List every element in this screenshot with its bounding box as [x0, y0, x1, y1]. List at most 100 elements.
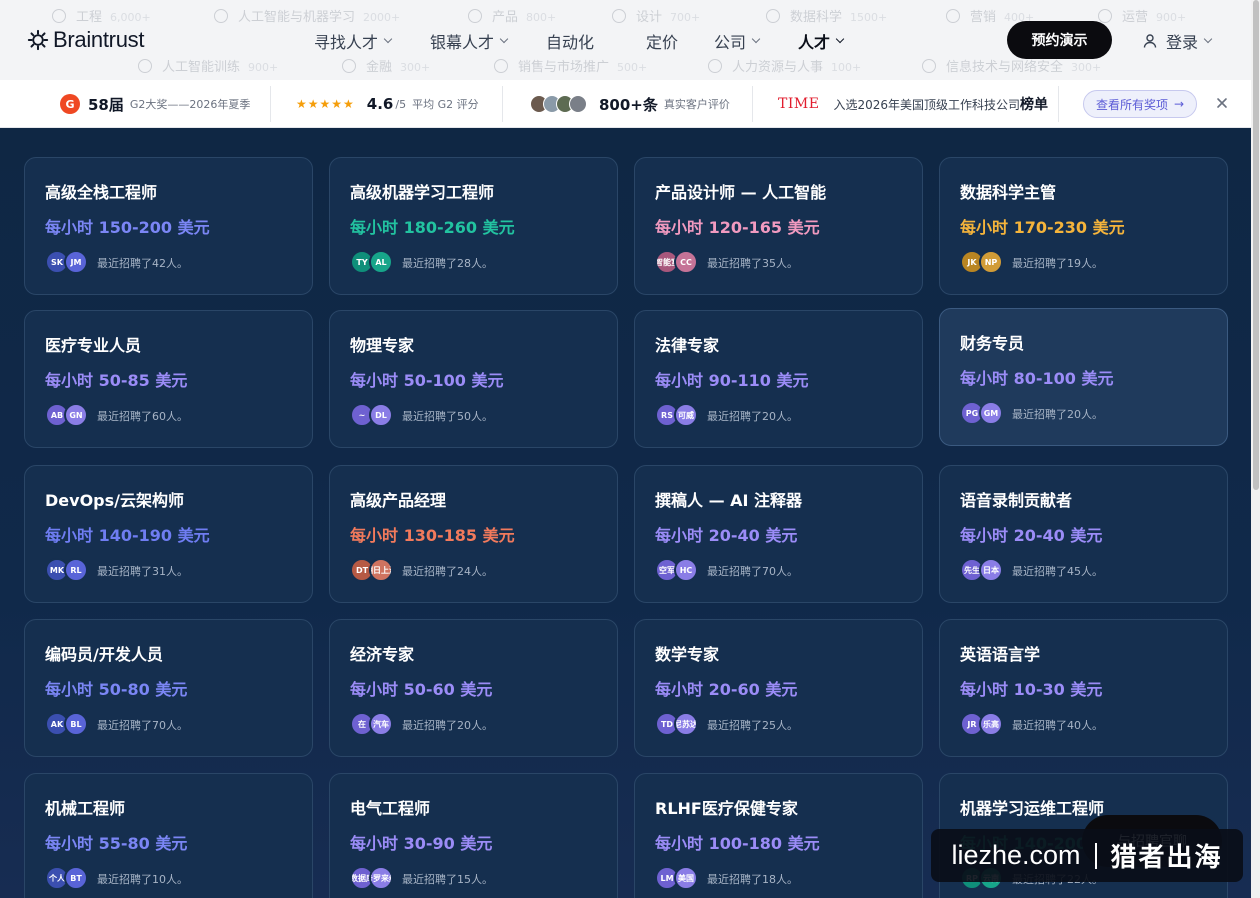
hourly-rate: 每小时 10-30 美元 [960, 680, 1103, 699]
nav-screen-talent[interactable]: 银幕人才 [430, 29, 509, 53]
award-time: TIME 入选2026年美国顶级工作科技公司 榜单 [778, 96, 1048, 113]
chevron-down-icon [751, 34, 761, 44]
recent-hire-avatars: TY AL [350, 250, 393, 274]
job-title: 语音录制贡献者 [960, 491, 1073, 510]
divider [270, 86, 271, 122]
recently-hired-count: 最近招聘了45人。 [1012, 565, 1103, 578]
login-button[interactable]: 登录 [1142, 29, 1213, 53]
hourly-rate: 每小时 20-40 美元 [655, 526, 798, 545]
recent-hire-avatars: AK BL [45, 712, 88, 736]
category-icon [494, 59, 508, 73]
recent-hire-avatars: TD明尼苏达州 [655, 712, 698, 736]
job-title: 高级产品经理 [350, 491, 447, 510]
category-icon [52, 9, 66, 23]
job-card[interactable]: 撰稿人 — AI 注释器 每小时 20-40 美元 空军 HC 最近招聘了70人。 [634, 465, 923, 603]
job-card[interactable]: RLHF医疗保健专家每小时 100-180 美元 LM 美国 最近招聘了18人。 [634, 773, 923, 898]
avatar: BT [64, 866, 88, 890]
job-card[interactable]: 法律专家 每小时 90-110 美元 RS 可威 最近招聘了20人。 [634, 310, 923, 448]
category-icon [612, 9, 626, 23]
recently-hired-count: 最近招聘了15人。 [402, 873, 493, 886]
recently-hired-count: 最近招聘了31人。 [97, 565, 188, 578]
award-g2: G 58届 G2大奖——2026年夏季 [60, 80, 250, 128]
job-card[interactable]: 数据科学主管 每小时 170-230 美元 JK NP 最近招聘了19人。 [939, 157, 1228, 295]
site-header: 工程 6,000+ 人工智能与机器学习 2000+ 产品 800+ 设计 700+ 数据… [0, 0, 1260, 80]
recently-hired-count: 最近招聘了24人。 [402, 565, 493, 578]
braintrust-logo[interactable]: Braintrust [27, 27, 144, 53]
job-card[interactable]: 语音录制贡献者 每小时 20-40 美元 先生 日本 最近招聘了45人。 [939, 465, 1228, 603]
hourly-rate: 每小时 100-180 美元 [655, 834, 820, 853]
job-title: 撰稿人 — AI 注释器 [655, 491, 803, 510]
job-card[interactable]: 高级机器学习工程师 每小时 180-260 美元 TY AL 最近招聘了28人。 [329, 157, 618, 295]
job-card[interactable]: 高级全栈工程师 每小时 150-200 美元 SK JM 最近招聘了42人。 [24, 157, 313, 295]
category-icon [946, 9, 960, 23]
job-card[interactable]: 产品设计师 — 人工智能 每小时 120-165 美元 智能室 CC 最近招聘了35人。 [634, 157, 923, 295]
hourly-rate: 每小时 50-100 美元 [350, 371, 504, 390]
recent-hire-avatars: MK RL [45, 558, 88, 582]
hourly-rate: 每小时 20-40 美元 [960, 526, 1103, 545]
nav-find-talent[interactable]: 寻找人才 [314, 29, 393, 53]
job-card[interactable]: 编码员/开发人员 每小时 50-80 美元 AK BL 最近招聘了70人。 [24, 619, 313, 757]
recent-hire-avatars: 在汽车 [350, 712, 393, 736]
recently-hired-count: 最近招聘了40人。 [1012, 719, 1103, 732]
recently-hired-count: 最近招聘了35人。 [707, 257, 798, 270]
scrollbar-thumb[interactable] [1253, 0, 1259, 490]
recently-hired-count: 最近招聘了20人。 [402, 719, 493, 732]
job-title: 编码员/开发人员 [45, 645, 163, 664]
view-all-awards-button[interactable]: 查看所有奖项 → [1083, 90, 1197, 118]
avatar: NP [979, 250, 1003, 274]
job-card[interactable]: 财务专员 每小时 80-100 美元 PG GM 最近招聘了20人。 [939, 308, 1228, 446]
job-card[interactable]: 高级产品经理每小时 130-185 美元 DT明日上海最近招聘了24人。 [329, 465, 618, 603]
job-title: 物理专家 [350, 336, 415, 355]
job-title: 数据科学主管 [960, 183, 1057, 202]
category-icon [922, 59, 936, 73]
hourly-rate: 每小时 20-60 美元 [655, 680, 798, 699]
hourly-rate: 每小时 130-185 美元 [350, 526, 515, 545]
job-title: 机械工程师 [45, 799, 126, 818]
job-card[interactable]: 电气工程师每小时 30-90 美元数据库北卡罗来纳州最近招聘了15人。 [329, 773, 618, 898]
nav-pricing[interactable]: 定价 [646, 29, 678, 53]
hourly-rate: 每小时 90-110 美元 [655, 371, 809, 390]
category-icon [342, 59, 356, 73]
recently-hired-count: 最近招聘了20人。 [1012, 408, 1103, 421]
recently-hired-count: 最近招聘了18人。 [707, 873, 798, 886]
user-icon [1143, 34, 1157, 48]
bg-category: 产品 800+ [468, 6, 556, 25]
nav-company[interactable]: 公司 [714, 29, 761, 53]
avatar: HC [674, 558, 698, 582]
recently-hired-count: 最近招聘了42人。 [97, 257, 188, 270]
reviewer-avatars [530, 95, 587, 113]
hourly-rate: 每小时 80-100 美元 [960, 369, 1114, 388]
recent-hire-avatars: LM 美国 [655, 866, 698, 890]
recently-hired-count: 最近招聘了19人。 [1012, 257, 1103, 270]
award-rating: ★★★★★ 4.6 /5 平均 G2 评分 [296, 95, 479, 113]
avatar: 汽车 [369, 712, 393, 736]
bg-category: 人工智能与机器学习 2000+ [214, 6, 400, 25]
job-card[interactable]: 机械工程师 每小时 55-80 美元 个人 BT 最近招聘了10人。 [24, 773, 313, 898]
book-demo-button[interactable]: 预约演示 [1007, 21, 1112, 59]
job-card[interactable]: 物理专家 每小时 50-100 美元 ~ DL 最近招聘了50人。 [329, 310, 618, 448]
job-card[interactable]: 经济专家 每小时 50-60 美元在汽车 最近招聘了20人。 [329, 619, 618, 757]
recently-hired-count: 最近招聘了20人。 [707, 410, 798, 423]
category-icon [708, 59, 722, 73]
job-card[interactable]: 医疗专业人员 每小时 50-85 美元 AB GN 最近招聘了60人。 [24, 310, 313, 448]
hourly-rate: 每小时 170-230 美元 [960, 218, 1125, 237]
close-icon[interactable] [1215, 96, 1229, 110]
recent-hire-avatars: RS 可威 [655, 403, 698, 427]
nav-talent[interactable]: 人才 [798, 29, 845, 53]
job-card[interactable]: 数学专家每小时 20-60 美元 TD明尼苏达州最近招聘了25人。 [634, 619, 923, 757]
job-title: 医疗专业人员 [45, 336, 142, 355]
chevron-down-icon [499, 34, 509, 44]
nav-automation[interactable]: 自动化 [546, 29, 594, 53]
job-card[interactable]: DevOps/云架构师 每小时 140-190 美元 MK RL 最近招聘了31人。 [24, 465, 313, 603]
avatar: GN [64, 403, 88, 427]
job-title: RLHF医疗保健专家 [655, 799, 798, 818]
talent-grid-section: 高级全栈工程师 每小时 150-200 美元 SK JM 最近招聘了42人。 高级机器学习… [0, 128, 1260, 898]
category-icon [214, 9, 228, 23]
divider [1058, 86, 1059, 122]
job-card[interactable]: 英语语言学 每小时 10-30 美元 JR 乐高 最近招聘了40人。 [939, 619, 1228, 757]
recent-hire-avatars: AB GN [45, 403, 88, 427]
bg-category: 销售与市场推广 500+ [494, 56, 647, 75]
job-title: 机器学习运维工程师 [960, 799, 1105, 818]
avatar: 北卡罗来纳州 [369, 866, 393, 890]
arrow-right-icon: → [1173, 97, 1185, 111]
